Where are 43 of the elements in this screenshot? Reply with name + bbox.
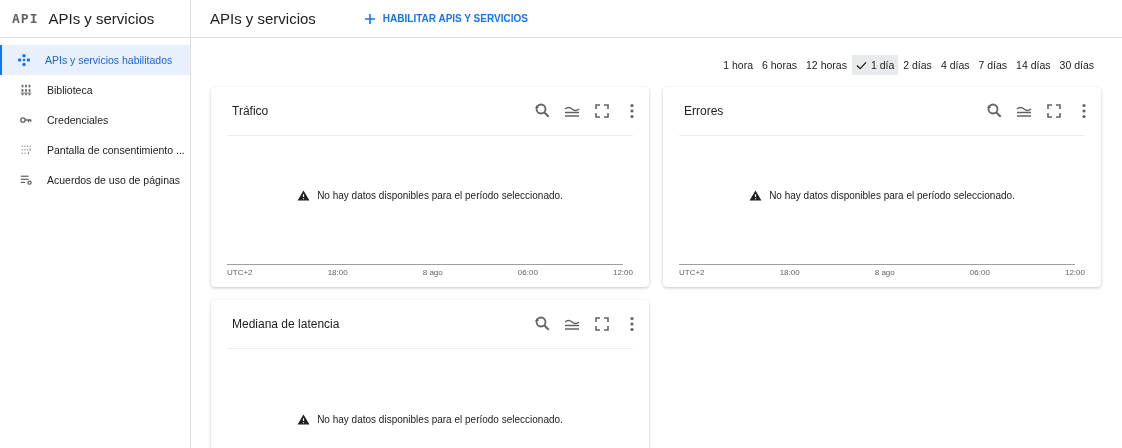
warning-icon bbox=[297, 414, 311, 425]
time-range-option[interactable]: 1 día bbox=[851, 55, 899, 75]
card-title: Tráfico bbox=[232, 104, 269, 118]
check-icon bbox=[855, 60, 867, 70]
time-range-option[interactable]: 7 días bbox=[974, 55, 1012, 75]
sidebar-item[interactable]: Acuerdos de uso de páginas bbox=[0, 165, 190, 195]
product-title: APIs y servicios bbox=[48, 10, 155, 27]
no-data-message: No hay datos disponibles para el período seleccionado. bbox=[317, 414, 563, 425]
axis-label: UTC+2 bbox=[227, 268, 253, 277]
time-range-option[interactable]: 6 horas bbox=[758, 55, 802, 75]
axis-label: 12:00 bbox=[1064, 268, 1085, 277]
grid-icon bbox=[19, 83, 33, 97]
time-range-option[interactable]: 4 días bbox=[936, 55, 974, 75]
sidebar-item[interactable]: Credenciales bbox=[0, 105, 190, 135]
page-title: APIs y servicios bbox=[210, 10, 316, 27]
no-data-message: No hay datos disponibles para el período seleccionado. bbox=[317, 189, 563, 201]
sidebar-item[interactable]: Biblioteca bbox=[0, 75, 190, 105]
time-range-option[interactable]: 30 días bbox=[1055, 55, 1098, 75]
axis-label: 06:00 bbox=[517, 268, 538, 277]
time-range-option[interactable]: 12 horas bbox=[802, 55, 851, 75]
axis-label: 8 ago bbox=[422, 268, 443, 277]
dotted-grid-icon bbox=[19, 143, 33, 157]
time-range-option[interactable]: 1 hora bbox=[719, 55, 757, 75]
card-title: Mediana de latencia bbox=[232, 317, 340, 331]
enable-apis-button[interactable]: HABILITAR APIS Y SERVICIOS bbox=[361, 8, 530, 29]
warning-icon bbox=[749, 189, 763, 201]
no-data-message: No hay datos disponibles para el período seleccionado. bbox=[769, 189, 1015, 201]
diamond-dots-icon bbox=[17, 53, 31, 67]
axis-label: UTC+2 bbox=[679, 268, 705, 277]
list-gear-icon bbox=[19, 173, 33, 187]
card-title: Errores bbox=[684, 104, 724, 118]
api-logo: API bbox=[12, 11, 39, 26]
time-range-option[interactable]: 14 días bbox=[1012, 55, 1055, 75]
plus-icon bbox=[363, 12, 376, 25]
axis-label: 06:00 bbox=[969, 268, 990, 277]
axis-label: 12:00 bbox=[612, 268, 633, 277]
time-range-option[interactable]: 2 días bbox=[899, 55, 936, 75]
axis-label: 18:00 bbox=[779, 268, 800, 277]
sidebar-item[interactable]: APIs y servicios habilitados bbox=[0, 45, 190, 75]
axis-label: 18:00 bbox=[327, 268, 348, 277]
axis-label: 8 ago bbox=[874, 268, 895, 277]
sidebar-item[interactable]: Pantalla de consentimiento ... bbox=[0, 135, 190, 165]
warning-icon bbox=[297, 189, 311, 201]
